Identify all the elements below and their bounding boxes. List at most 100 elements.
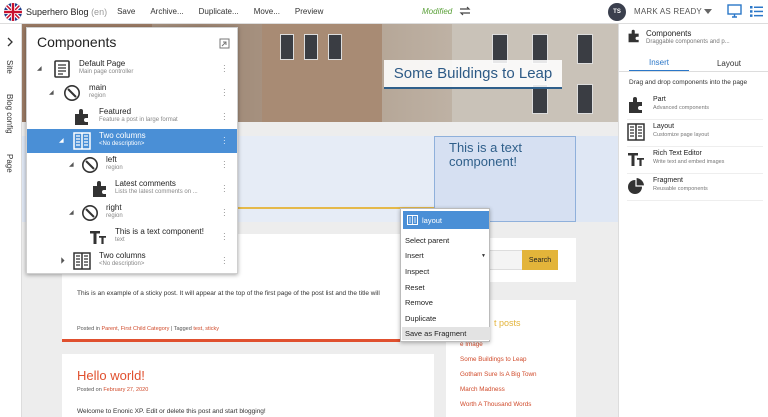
menu-item-reset[interactable]: Reset	[405, 283, 487, 292]
insert-rich-text[interactable]: Rich Text Editor Write text and embed im…	[627, 148, 763, 174]
expand-toggle-icon[interactable]: ◢	[57, 256, 66, 265]
preview-button[interactable]: Preview	[295, 7, 323, 16]
tab-blog-config[interactable]: Blog config	[5, 94, 14, 134]
part-icon	[627, 96, 645, 119]
menu-item-save-as-fragment[interactable]: Save as Fragment	[402, 327, 490, 340]
layout-icon	[407, 215, 418, 225]
tag-link-test[interactable]: test	[193, 326, 202, 332]
insert-fragment[interactable]: Fragment Reusable components	[627, 175, 763, 201]
chevron-down-icon[interactable]	[704, 8, 712, 17]
status-badge: Modified	[422, 7, 453, 16]
more-options-icon[interactable]: · · ·	[223, 134, 226, 148]
post-body: Welcome to Enonic XP. Edit or delete thi…	[77, 408, 266, 415]
monitor-icon[interactable]	[727, 4, 742, 20]
more-options-icon[interactable]: · · ·	[223, 254, 226, 268]
context-menu-header: layout	[403, 211, 489, 229]
more-options-icon[interactable]: · · ·	[223, 86, 226, 100]
tree-row-latest-comments[interactable]: Latest comments Lists the latest comment…	[27, 177, 237, 201]
more-options-icon[interactable]: · · ·	[223, 110, 226, 124]
compare-icon[interactable]	[459, 5, 471, 19]
sticky-post-meta: Posted in Parent, First Child Category |…	[77, 326, 220, 332]
expand-toggle-icon[interactable]: ◢	[49, 89, 54, 96]
context-menu: layout Select parent Insert ▼ Inspect Re…	[400, 208, 490, 342]
more-options-icon[interactable]: · · ·	[223, 230, 226, 244]
fragment-icon	[627, 177, 645, 200]
tree-row-text-component[interactable]: This is a text component! text · · ·	[27, 225, 237, 249]
more-options-icon[interactable]: · · ·	[223, 206, 226, 220]
expand-toggle-icon[interactable]: ◢	[37, 65, 42, 72]
part-icon	[627, 29, 641, 48]
expand-toggle-icon[interactable]: ◢	[59, 137, 64, 144]
recent-post-link[interactable]: March Madness	[460, 386, 505, 393]
mark-as-ready-button[interactable]: MARK AS READY	[634, 7, 702, 16]
panel-title: Components	[37, 34, 117, 50]
layout-icon	[627, 123, 645, 146]
tree-row-right-region[interactable]: ◢ right region · · ·	[27, 201, 237, 225]
chevron-right-icon[interactable]	[6, 34, 14, 52]
region-icon	[81, 156, 99, 179]
tree-row-left-region[interactable]: ◢ left region · · ·	[27, 153, 237, 177]
more-options-icon[interactable]: · · ·	[223, 62, 226, 76]
recent-posts-title: t posts	[494, 318, 521, 328]
tree-row-two-columns-2[interactable]: ◢ Two columns <No description> · · ·	[27, 249, 237, 273]
uk-flag-icon[interactable]	[4, 2, 22, 21]
components-tree-panel: Components ◢ Default Page Main page cont…	[26, 27, 238, 274]
top-toolbar: Superhero Blog (en) Save Archive... Dupl…	[0, 0, 768, 24]
archive-button[interactable]: Archive...	[150, 7, 183, 16]
recent-post-link[interactable]: Worth A Thousand Words	[460, 401, 531, 408]
panel-subtitle: Draggable components and p...	[646, 39, 730, 45]
tab-site[interactable]: Site	[5, 60, 14, 74]
category-link-parent[interactable]: Parent	[101, 326, 117, 332]
tree-row-default-page[interactable]: ◢ Default Page Main page controller · · ·	[27, 57, 237, 81]
text-icon	[89, 228, 107, 251]
left-rail: Site Blog config Page	[0, 24, 22, 417]
menu-item-remove[interactable]: Remove	[405, 298, 487, 307]
recent-post-link[interactable]: Some Buildings to Leap	[460, 356, 527, 363]
move-button[interactable]: Move...	[254, 7, 280, 16]
panel-title: Components	[646, 29, 692, 38]
more-options-icon[interactable]: · · ·	[223, 158, 226, 172]
menu-item-insert[interactable]: Insert	[405, 251, 487, 260]
expand-toggle-icon[interactable]: ◢	[69, 209, 74, 216]
more-options-icon[interactable]: · · ·	[223, 182, 226, 196]
insert-layout[interactable]: Layout Customize page layout	[627, 121, 763, 147]
layout-icon	[73, 252, 91, 275]
menu-item-inspect[interactable]: Inspect	[405, 267, 487, 276]
menu-item-duplicate[interactable]: Duplicate	[405, 314, 487, 323]
tab-insert[interactable]: Insert	[629, 54, 689, 72]
save-button[interactable]: Save	[117, 7, 135, 16]
tab-layout[interactable]: Layout	[699, 54, 759, 72]
region-icon	[63, 84, 81, 107]
post-title[interactable]: Hello world!	[77, 368, 145, 383]
site-title: Superhero Blog (en)	[26, 6, 108, 17]
expand-toggle-icon[interactable]: ◢	[69, 161, 74, 168]
collapse-icon[interactable]	[219, 36, 230, 54]
post-meta: Posted on February 27, 2020	[77, 387, 149, 393]
tree-row-two-columns[interactable]: ◢ Two columns <No description> · · ·	[27, 129, 237, 153]
recent-post-link[interactable]: e Image	[460, 341, 483, 348]
menu-item-select-parent[interactable]: Select parent	[405, 236, 487, 245]
post-hello-world: Hello world! Posted on February 27, 2020…	[62, 354, 434, 417]
region-icon	[81, 204, 99, 227]
post-date-link[interactable]: February 27, 2020	[103, 387, 148, 393]
part-icon	[73, 108, 91, 131]
sticky-post-text: This is an example of a sticky post. It …	[77, 290, 380, 297]
components-side-panel: Components Draggable components and p...…	[618, 24, 768, 417]
search-button[interactable]: Search	[522, 250, 558, 270]
insert-part[interactable]: Part Advanced components	[627, 94, 763, 120]
duplicate-button[interactable]: Duplicate...	[199, 7, 239, 16]
tree-row-featured[interactable]: Featured Feature a post in large format …	[27, 105, 237, 129]
tree-row-main-region[interactable]: ◢ main region · · ·	[27, 81, 237, 105]
hero-title: Some Buildings to Leap	[384, 60, 562, 89]
list-icon[interactable]	[750, 5, 763, 20]
insert-hint: Drag and drop components into the page	[629, 79, 748, 86]
text-icon	[627, 150, 645, 173]
tag-link-sticky[interactable]: sticky	[205, 326, 219, 332]
avatar[interactable]: TS	[608, 3, 626, 21]
tab-page[interactable]: Page	[5, 154, 14, 173]
chevron-down-icon: ▼	[481, 253, 486, 259]
category-link-first-child[interactable]: First Child Category	[121, 326, 170, 332]
page-icon	[53, 60, 71, 83]
recent-post-link[interactable]: Gotham Sure Is A Big Town	[460, 371, 537, 378]
layout-icon	[73, 132, 91, 155]
